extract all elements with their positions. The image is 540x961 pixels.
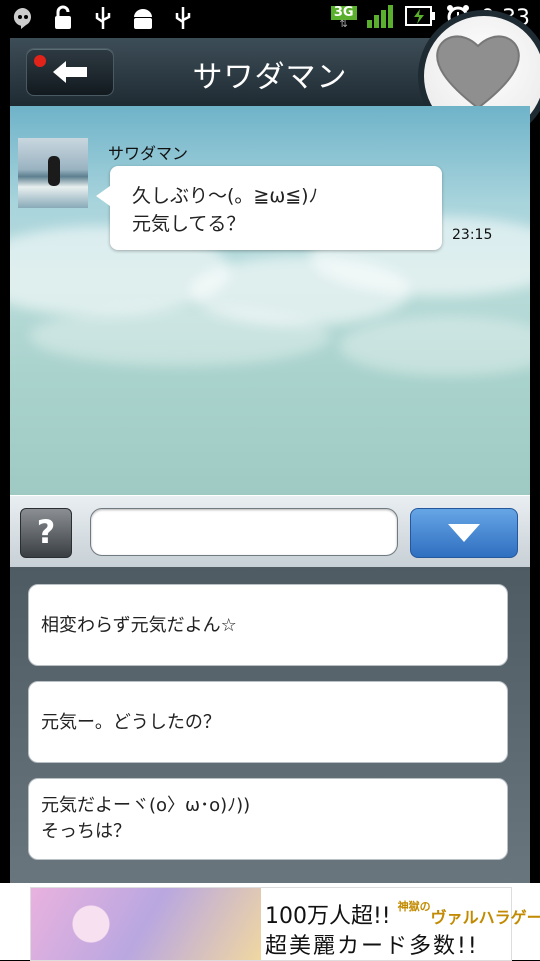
chat-area[interactable]: サワダマン 久しぶり〜(。≧ω≦)ﾉ 元気してる？ 23:15 — [10, 106, 530, 495]
ad-headline: 100万人超!! 神獄のヴァルハラゲート — [265, 898, 540, 930]
lock-open-icon — [50, 4, 76, 32]
reply-option[interactable]: 元気だよーヾ(o〉ω･o)ﾉ)) そっちは？ — [28, 778, 508, 860]
ad-brand: ヴァルハラゲート — [430, 908, 540, 927]
usb-icon — [90, 4, 116, 32]
reply-option[interactable]: 元気ー。どうしたの？ — [28, 681, 508, 763]
arrow-left-icon — [53, 61, 87, 83]
message-bubble: 久しぶり〜(。≧ω≦)ﾉ 元気してる？ — [96, 166, 442, 250]
message-sender: サワダマン — [108, 144, 189, 163]
reply-option-text: 相変わらず元気だよん☆ — [41, 615, 237, 636]
usb-icon — [170, 4, 196, 32]
android-debug-icon — [130, 4, 156, 32]
message-text: 久しぶり〜(。≧ω≦)ﾉ 元気してる？ — [132, 185, 319, 235]
ad-brand-prefix: 神獄の — [397, 900, 431, 913]
reply-option-text: 元気ー。どうしたの？ — [41, 712, 221, 733]
signal-icon — [366, 4, 395, 32]
hangouts-icon — [10, 4, 36, 32]
reply-option[interactable]: 相変わらず元気だよん☆ — [28, 584, 508, 666]
back-button[interactable] — [26, 48, 114, 96]
avatar[interactable] — [18, 138, 88, 208]
message-input[interactable] — [90, 508, 398, 556]
record-indicator-icon — [34, 55, 46, 67]
ad-subline: 超美麗カード多数!! — [265, 934, 479, 959]
network-type-badge: 3G ⇅ — [330, 6, 357, 30]
ad-image[interactable]: 100万人超!! 神獄のヴァルハラゲート 超美麗カード多数!! — [30, 887, 540, 961]
reply-options: 相変わらず元気だよん☆ 元気ー。どうしたの？ 元気だよーヾ(o〉ω･o)ﾉ)) … — [10, 567, 530, 887]
expand-options-button[interactable] — [410, 508, 518, 558]
message-time: 23:15 — [452, 227, 493, 243]
input-bar: ? — [10, 495, 530, 568]
ad-banner[interactable]: 100万人超!! 神獄のヴァルハラゲート 超美麗カード多数!! — [0, 883, 540, 961]
help-button[interactable]: ? — [20, 508, 72, 558]
surfer-figure — [48, 156, 60, 186]
chevron-down-icon — [448, 524, 480, 542]
ad-headline-text: 100万人超!! — [265, 904, 391, 929]
reply-option-text: 元気だよーヾ(o〉ω･o)ﾉ)) そっちは？ — [41, 795, 251, 842]
ad-artwork — [31, 888, 261, 960]
page-title: サワダマン — [192, 60, 348, 95]
